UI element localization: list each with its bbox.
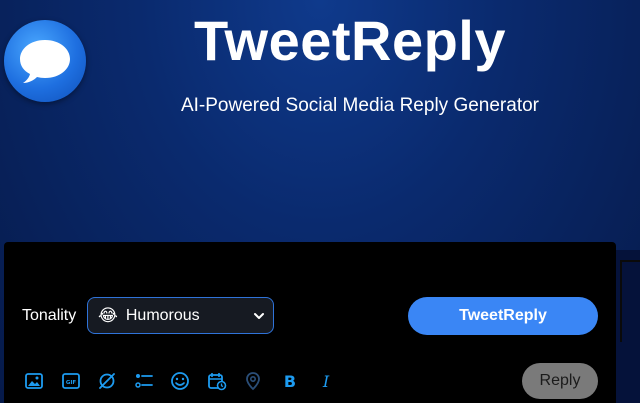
grok-icon[interactable]: [95, 369, 119, 393]
compose-toolbar: GIF B I: [22, 369, 351, 393]
italic-icon[interactable]: I: [314, 369, 338, 393]
app-title: TweetReply: [193, 9, 507, 72]
image-icon[interactable]: [22, 369, 46, 393]
laughing-emoji-icon: 😂: [98, 305, 118, 325]
gif-icon[interactable]: GIF: [59, 369, 83, 393]
bold-icon[interactable]: B: [278, 369, 302, 393]
italic-icon-label: I: [322, 372, 330, 391]
tonality-select[interactable]: 😂 Humorous: [87, 297, 274, 334]
chevron-down-icon: [254, 313, 264, 319]
compose-panel: Tonality 😂 Humorous TweetReply GIF B I R…: [4, 242, 616, 403]
bold-icon-label: B: [283, 372, 295, 391]
tonality-label: Tonality: [22, 307, 77, 324]
poll-icon[interactable]: [132, 369, 156, 393]
tweetreply-generate-button[interactable]: TweetReply: [408, 297, 598, 335]
gif-icon-label: GIF: [65, 380, 76, 386]
location-icon[interactable]: [241, 369, 265, 393]
app-subtitle: AI-Powered Social Media Reply Generator: [180, 95, 539, 116]
tonality-selected-value: Humorous: [125, 306, 200, 324]
reply-button[interactable]: Reply: [522, 363, 598, 399]
schedule-icon[interactable]: [205, 369, 229, 393]
side-panel-edge: [616, 250, 640, 403]
emoji-icon[interactable]: [168, 369, 192, 393]
